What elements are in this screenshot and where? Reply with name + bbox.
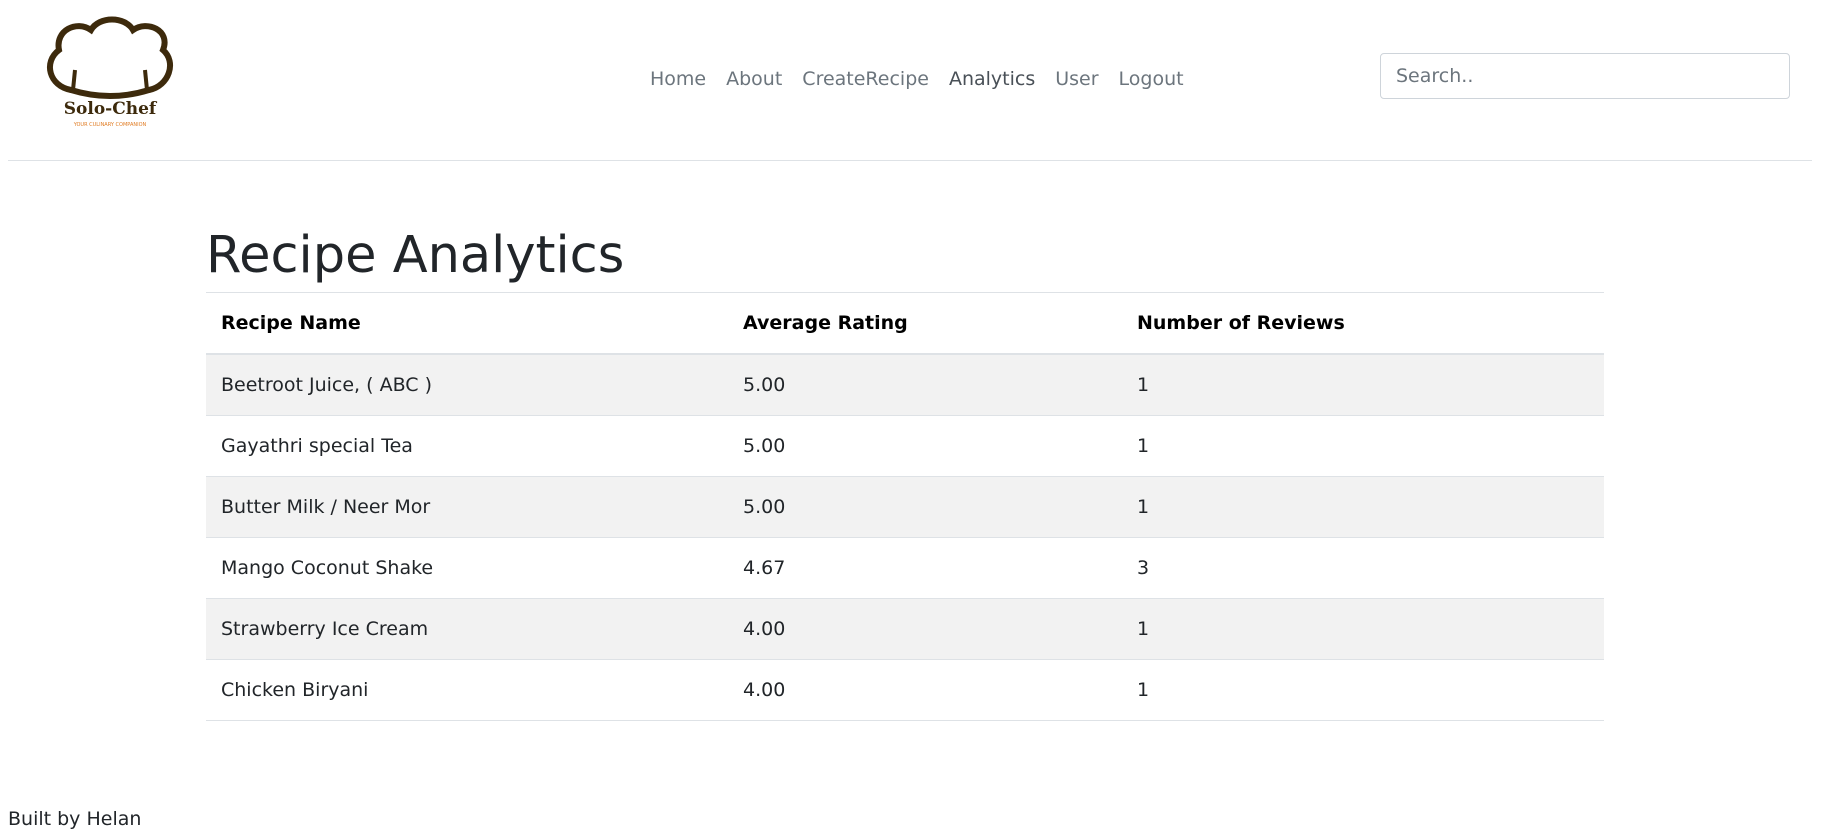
brand-name: Solo-Chef bbox=[64, 99, 158, 119]
table-row: Gayathri special Tea 5.00 1 bbox=[206, 415, 1604, 477]
average-rating-cell: 4.67 bbox=[728, 537, 1122, 599]
average-rating-cell: 4.00 bbox=[728, 659, 1122, 721]
search-input[interactable] bbox=[1380, 53, 1790, 99]
review-count-cell: 1 bbox=[1122, 598, 1604, 660]
nav-analytics[interactable]: Analytics bbox=[939, 62, 1045, 96]
brand-tagline: YOUR CULINARY COMPANION bbox=[73, 122, 147, 128]
review-count-cell: 1 bbox=[1122, 659, 1604, 721]
nav-user[interactable]: User bbox=[1045, 62, 1108, 96]
header-number-of-reviews: Number of Reviews bbox=[1122, 292, 1604, 355]
recipe-name-cell: Mango Coconut Shake bbox=[206, 537, 728, 599]
review-count-cell: 1 bbox=[1122, 353, 1604, 416]
average-rating-cell: 5.00 bbox=[728, 415, 1122, 477]
recipe-name-cell: Beetroot Juice, ( ABC ) bbox=[206, 353, 728, 416]
table-header-row: Recipe Name Average Rating Number of Rev… bbox=[206, 292, 1604, 355]
main-nav: Home About CreateRecipe Analytics User L… bbox=[650, 62, 1194, 96]
average-rating-cell: 5.00 bbox=[728, 476, 1122, 538]
main-content: Recipe Analytics Recipe Name Average Rat… bbox=[206, 220, 1604, 721]
review-count-cell: 1 bbox=[1122, 415, 1604, 477]
nav-logout[interactable]: Logout bbox=[1109, 62, 1194, 96]
navbar: Solo-Chef YOUR CULINARY COMPANION Home A… bbox=[8, 0, 1812, 161]
recipe-name-cell: Butter Milk / Neer Mor bbox=[206, 476, 728, 538]
header-recipe-name: Recipe Name bbox=[206, 292, 728, 355]
brand-logo[interactable]: Solo-Chef YOUR CULINARY COMPANION bbox=[41, 12, 179, 130]
average-rating-cell: 4.00 bbox=[728, 598, 1122, 660]
recipe-analytics-table: Recipe Name Average Rating Number of Rev… bbox=[206, 292, 1604, 721]
table-row: Chicken Biryani 4.00 1 bbox=[206, 659, 1604, 721]
table-row: Beetroot Juice, ( ABC ) 5.00 1 bbox=[206, 353, 1604, 416]
table-row: Butter Milk / Neer Mor 5.00 1 bbox=[206, 476, 1604, 538]
page-title: Recipe Analytics bbox=[206, 226, 625, 285]
table-row: Mango Coconut Shake 4.67 3 bbox=[206, 537, 1604, 599]
header-average-rating: Average Rating bbox=[728, 292, 1122, 355]
nav-about[interactable]: About bbox=[716, 62, 792, 96]
recipe-name-cell: Gayathri special Tea bbox=[206, 415, 728, 477]
nav-home[interactable]: Home bbox=[650, 62, 716, 96]
recipe-name-cell: Chicken Biryani bbox=[206, 659, 728, 721]
recipe-name-cell: Strawberry Ice Cream bbox=[206, 598, 728, 660]
average-rating-cell: 5.00 bbox=[728, 353, 1122, 416]
table-row: Strawberry Ice Cream 4.00 1 bbox=[206, 598, 1604, 660]
review-count-cell: 1 bbox=[1122, 476, 1604, 538]
footer-credit: Built by Helan bbox=[8, 808, 142, 830]
nav-create-recipe[interactable]: CreateRecipe bbox=[792, 62, 939, 96]
chef-hat-icon: Solo-Chef YOUR CULINARY COMPANION bbox=[47, 16, 174, 128]
review-count-cell: 3 bbox=[1122, 537, 1604, 599]
